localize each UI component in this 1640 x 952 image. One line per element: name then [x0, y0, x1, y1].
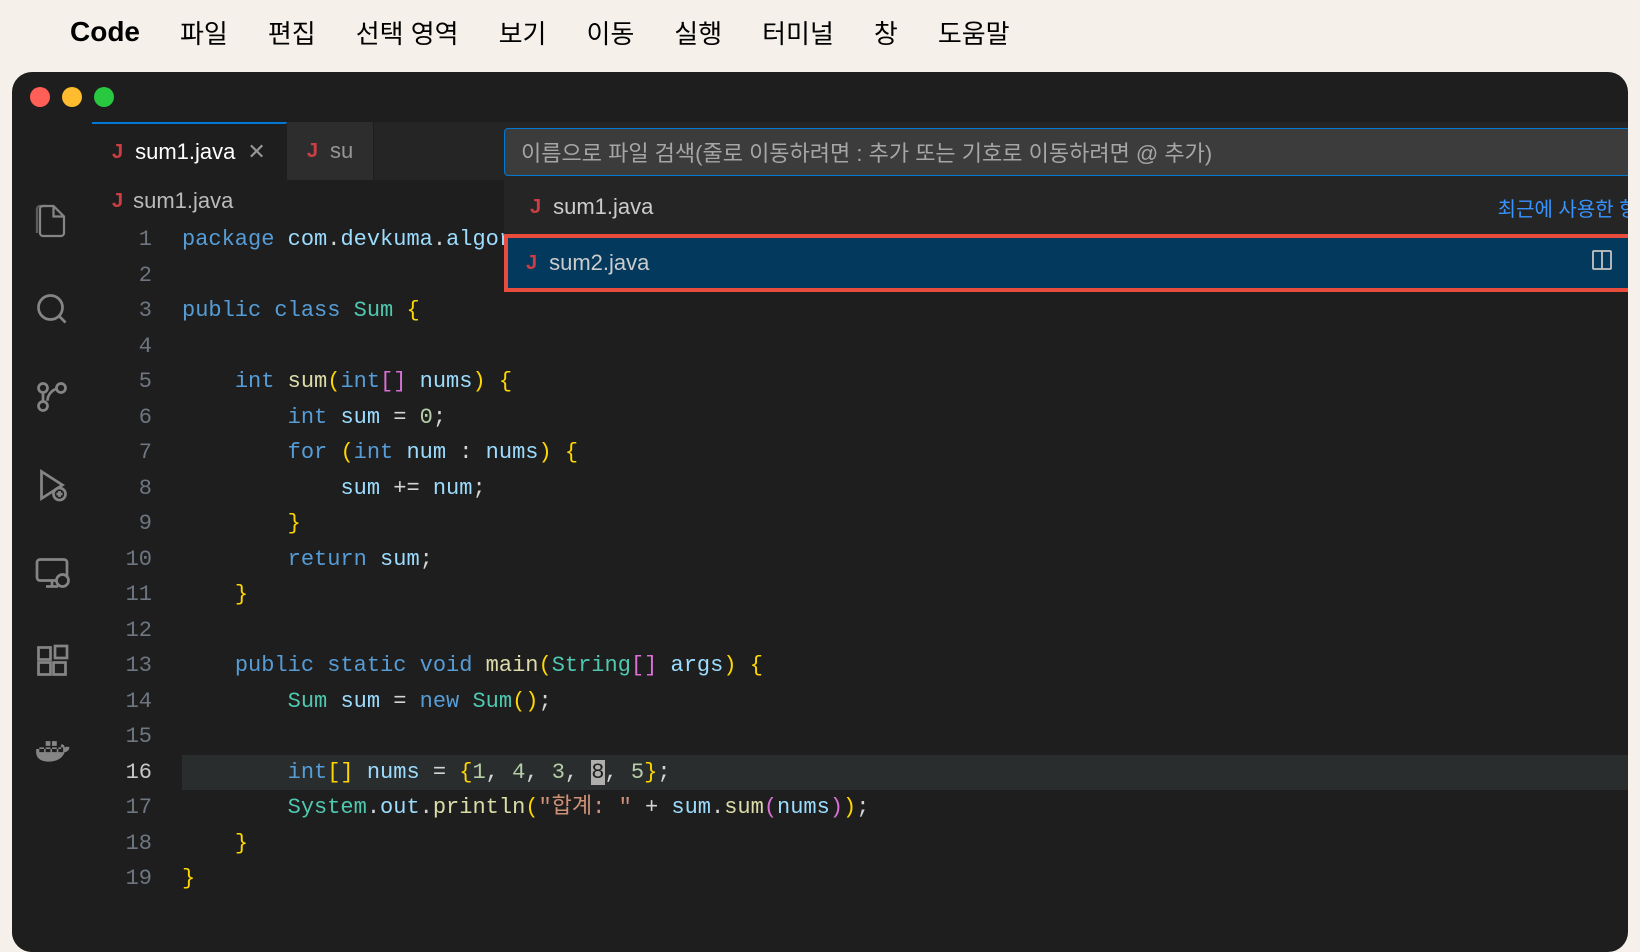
search-icon[interactable] [33, 290, 71, 328]
java-file-icon: J [112, 190, 123, 213]
vscode-window: J sum1.java ✕ J su J sum1.java 123456789… [12, 72, 1628, 952]
menu-edit[interactable]: 편집 [268, 14, 316, 51]
tab-close-icon[interactable]: ✕ [247, 139, 265, 165]
code-line[interactable] [182, 329, 1628, 365]
line-number: 15 [92, 719, 152, 755]
activity-bar [12, 122, 92, 952]
titlebar [12, 72, 1628, 122]
quick-open-item-selected[interactable]: J sum2.java [504, 234, 1628, 292]
line-number: 12 [92, 613, 152, 649]
macos-menubar: Code 파일 편집 선택 영역 보기 이동 실행 터미널 창 도움말 [0, 0, 1640, 64]
menu-run[interactable]: 실행 [674, 14, 722, 51]
line-number: 3 [92, 293, 152, 329]
quick-open-header: J sum1.java 최근에 사용한 항목 [504, 180, 1628, 234]
line-number: 19 [92, 861, 152, 897]
quick-open-item-label: sum2.java [549, 250, 649, 276]
line-number: 2 [92, 258, 152, 294]
code-line[interactable] [182, 613, 1628, 649]
code-line[interactable] [182, 719, 1628, 755]
code-line[interactable]: System.out.println("합계: " + sum.sum(nums… [182, 790, 1628, 826]
tab-sum2[interactable]: J su [287, 122, 374, 180]
code-editor[interactable]: 12345678910111213141516171819 package co… [92, 222, 1628, 952]
quick-open-recent-label: 최근에 사용한 항목 [1498, 193, 1628, 222]
quick-open-placeholder: 이름으로 파일 검색(줄로 이동하려면 : 추가 또는 기호로 이동하려면 @ … [521, 136, 1212, 168]
java-file-icon: J [530, 196, 541, 219]
line-number: 7 [92, 435, 152, 471]
line-number: 13 [92, 648, 152, 684]
window-maximize-button[interactable] [94, 87, 114, 107]
run-debug-icon[interactable] [33, 466, 71, 504]
window-close-button[interactable] [30, 87, 50, 107]
line-number: 6 [92, 400, 152, 436]
tab-label: su [330, 138, 353, 164]
java-file-icon: J [112, 141, 123, 164]
line-number: 4 [92, 329, 152, 365]
menu-go[interactable]: 이동 [586, 14, 634, 51]
quick-open-results: J sum1.java 최근에 사용한 항목 J sum2.java [504, 180, 1628, 292]
java-file-icon: J [526, 252, 537, 275]
menu-file[interactable]: 파일 [180, 14, 228, 51]
code-line[interactable]: } [182, 506, 1628, 542]
tab-label: sum1.java [135, 139, 235, 165]
line-number: 17 [92, 790, 152, 826]
code-line[interactable]: int sum = 0; [182, 400, 1628, 436]
code-line[interactable]: int sum(int[] nums) { [182, 364, 1628, 400]
app-name[interactable]: Code [70, 16, 140, 48]
menu-selection[interactable]: 선택 영역 [356, 14, 459, 51]
line-number: 14 [92, 684, 152, 720]
line-number: 8 [92, 471, 152, 507]
split-editor-icon[interactable] [1590, 248, 1614, 278]
line-number: 16 [92, 755, 152, 791]
menu-help[interactable]: 도움말 [938, 14, 1010, 51]
menu-view[interactable]: 보기 [499, 14, 547, 51]
remote-explorer-icon[interactable] [33, 554, 71, 592]
code-line[interactable]: } [182, 577, 1628, 613]
quick-open-panel: 이름으로 파일 검색(줄로 이동하려면 : 추가 또는 기호로 이동하려면 @ … [504, 128, 1628, 292]
line-number: 1 [92, 222, 152, 258]
quick-open-input[interactable]: 이름으로 파일 검색(줄로 이동하려면 : 추가 또는 기호로 이동하려면 @ … [504, 128, 1628, 176]
code-line[interactable]: return sum; [182, 542, 1628, 578]
code-line[interactable]: Sum sum = new Sum(); [182, 684, 1628, 720]
line-number: 9 [92, 506, 152, 542]
code-content[interactable]: package com.devkuma.algorithum.programmi… [182, 222, 1628, 952]
quick-open-item-label: sum1.java [553, 194, 653, 220]
menu-window[interactable]: 창 [874, 14, 898, 51]
line-number: 11 [92, 577, 152, 613]
source-control-icon[interactable] [33, 378, 71, 416]
docker-icon[interactable] [33, 730, 71, 768]
code-line[interactable]: public class Sum { [182, 293, 1628, 329]
line-number: 10 [92, 542, 152, 578]
line-gutter: 12345678910111213141516171819 [92, 222, 182, 952]
code-line[interactable]: } [182, 826, 1628, 862]
code-line[interactable]: public static void main(String[] args) { [182, 648, 1628, 684]
breadcrumb-file: sum1.java [133, 188, 233, 214]
code-line[interactable]: } [182, 861, 1628, 897]
menu-terminal[interactable]: 터미널 [762, 14, 834, 51]
code-line[interactable]: for (int num : nums) { [182, 435, 1628, 471]
window-minimize-button[interactable] [62, 87, 82, 107]
code-line[interactable]: int[] nums = {1, 4, 3, 8, 5}; [182, 755, 1628, 791]
quick-open-item[interactable]: J sum1.java [524, 188, 659, 226]
code-line[interactable]: sum += num; [182, 471, 1628, 507]
line-number: 5 [92, 364, 152, 400]
line-number: 18 [92, 826, 152, 862]
tab-sum1[interactable]: J sum1.java ✕ [92, 122, 287, 180]
java-file-icon: J [307, 140, 318, 163]
extensions-icon[interactable] [33, 642, 71, 680]
explorer-icon[interactable] [33, 202, 71, 240]
